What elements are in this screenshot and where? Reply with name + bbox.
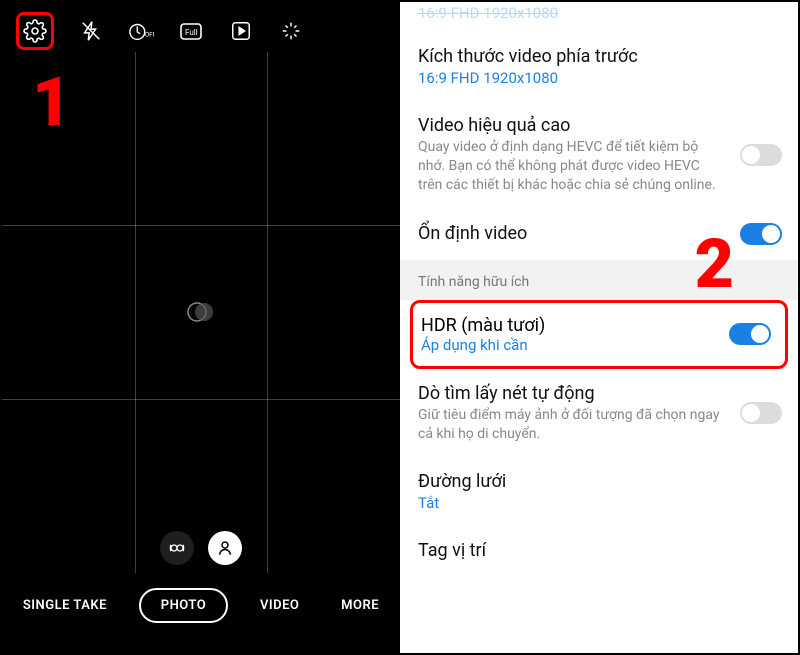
- svg-text:Full: Full: [185, 28, 198, 37]
- setting-autofocus[interactable]: Dò tìm lấy nét tự động Giữ tiêu điểm máy…: [400, 369, 798, 458]
- setting-geotag[interactable]: Tag vị trí: [400, 526, 798, 567]
- mode-more[interactable]: MORE: [331, 592, 389, 619]
- lens-ultrawide[interactable]: [160, 531, 194, 565]
- setting-title: Tag vị trí: [418, 540, 780, 561]
- setting-title: Đường lưới: [418, 471, 780, 492]
- lens-selector: [160, 531, 242, 565]
- mode-single-take[interactable]: SINGLE TAKE: [13, 592, 117, 619]
- settings-screen: 16:9 FHD 1920x1080 Kích thước video phía…: [400, 2, 798, 653]
- motion-photo-icon[interactable]: [228, 18, 254, 44]
- toggle-stabilize[interactable]: [740, 223, 782, 245]
- gear-icon[interactable]: [22, 18, 48, 44]
- highlight-box-hdr: HDR (màu tươi) Áp dụng khi cần: [410, 300, 788, 369]
- setting-title: HDR (màu tươi): [421, 315, 777, 336]
- aspect-ratio-icon[interactable]: Full: [178, 18, 204, 44]
- setting-title: Kích thước video phía trước: [418, 46, 780, 67]
- flash-off-icon[interactable]: [78, 18, 104, 44]
- timer-off-icon[interactable]: OFF: [128, 18, 154, 44]
- svg-text:OFF: OFF: [145, 31, 154, 39]
- exposure-icon: [186, 297, 216, 331]
- setting-desc: Giữ tiêu điểm máy ảnh ở đối tượng đã chọ…: [418, 406, 780, 444]
- setting-hevc[interactable]: Video hiệu quả cao Quay video ở định dạn…: [400, 101, 798, 209]
- mode-video[interactable]: VIDEO: [250, 592, 309, 619]
- step-marker-1: 1: [32, 62, 71, 142]
- toggle-hdr[interactable]: [729, 323, 771, 345]
- section-useful-features: Tính năng hữu ích: [400, 260, 798, 300]
- toggle-autofocus[interactable]: [740, 402, 782, 424]
- effects-icon[interactable]: [278, 18, 304, 44]
- camera-toolbar: OFF Full: [2, 2, 400, 60]
- setting-title: Dò tìm lấy nét tự động: [418, 383, 780, 404]
- camera-mode-row: SINGLE TAKE PHOTO VIDEO MORE: [2, 588, 400, 623]
- setting-stabilize[interactable]: Ổn định video: [400, 209, 798, 260]
- setting-sub: 16:9 FHD 1920x1080: [418, 69, 780, 87]
- setting-sub: Áp dụng khi cần: [421, 336, 777, 354]
- mode-photo[interactable]: PHOTO: [139, 588, 228, 623]
- setting-sub: Tắt: [418, 494, 780, 512]
- lens-wide[interactable]: [208, 531, 242, 565]
- camera-screen: OFF Full 1 SINGLE TAKE PHOTO VIDEO MORE: [2, 2, 400, 653]
- highlight-box-settings: [16, 12, 54, 50]
- setting-desc: Quay video ở định dạng HEVC để tiết kiệm…: [418, 138, 780, 195]
- prev-setting-value: 16:9 FHD 1920x1080: [400, 2, 798, 32]
- setting-title: Video hiệu quả cao: [418, 115, 780, 136]
- setting-gridlines[interactable]: Đường lưới Tắt: [400, 457, 798, 526]
- setting-front-video-size[interactable]: Kích thước video phía trước 16:9 FHD 192…: [400, 32, 798, 101]
- step-marker-2: 2: [695, 224, 734, 304]
- toggle-hevc[interactable]: [740, 144, 782, 166]
